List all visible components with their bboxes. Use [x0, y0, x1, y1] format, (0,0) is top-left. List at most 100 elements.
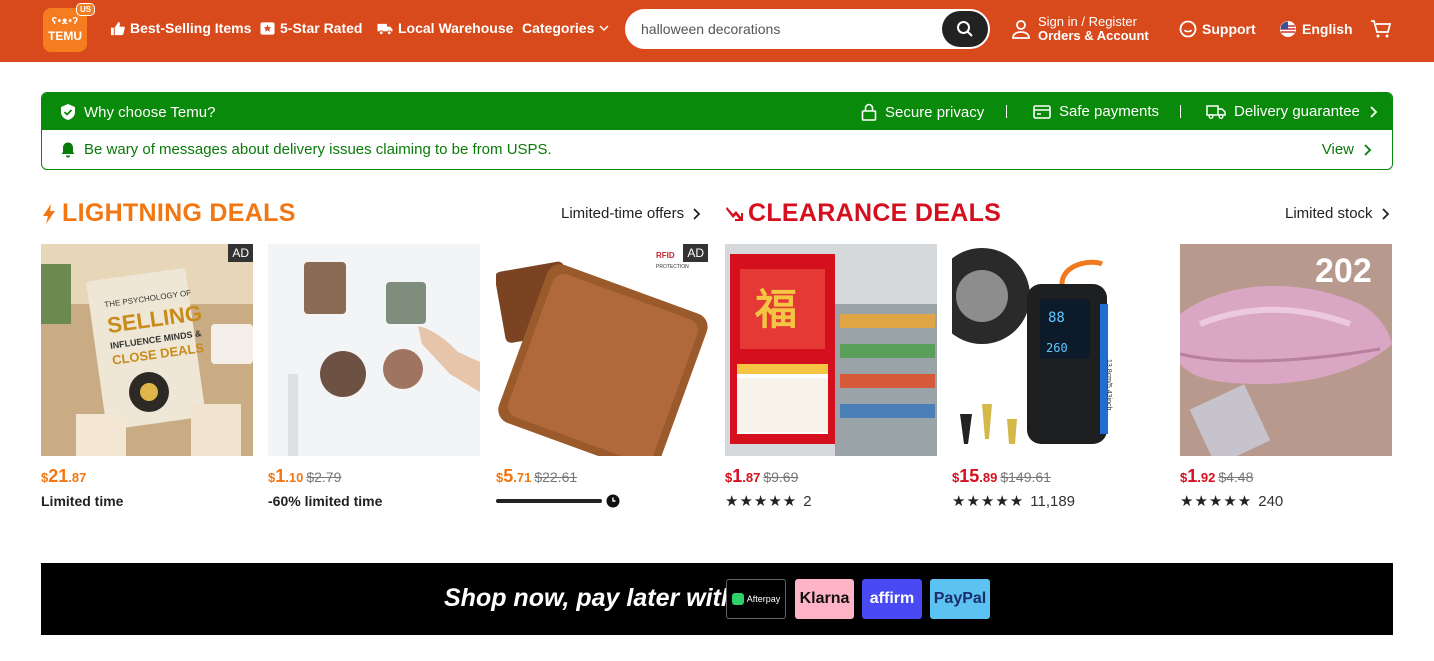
secure-privacy-label: Secure privacy	[885, 103, 985, 121]
product-rating: ★★★★★ 11,189	[952, 492, 1076, 511]
delivery-truck-icon	[1206, 104, 1226, 119]
support-link[interactable]: Support	[1179, 20, 1256, 38]
price-whole: 1	[275, 466, 286, 486]
product-image[interactable]	[268, 244, 480, 456]
product-image[interactable]: 202	[1180, 244, 1392, 456]
thumbs-up-icon	[110, 21, 125, 35]
pay-later-banner[interactable]: Shop now, pay later with Afterpay Klarna…	[41, 563, 1393, 635]
lightning-deals-title[interactable]: LIGHTNING DEALS	[41, 199, 296, 228]
product-rating: ★★★★★ 240	[1180, 492, 1283, 511]
klarna-badge: Klarna	[795, 579, 854, 619]
truck-icon	[377, 23, 393, 35]
original-price: $149.61	[1000, 469, 1051, 485]
svg-text:88: 88	[1048, 310, 1065, 326]
user-icon	[1012, 20, 1030, 39]
product-price: $21.87	[41, 466, 86, 487]
nav-best-selling[interactable]: Best-Selling Items	[110, 20, 251, 36]
cart-icon	[1371, 20, 1392, 38]
nav-local-warehouse-label: Local Warehouse	[398, 20, 514, 36]
price-whole: 1	[732, 466, 743, 486]
price-whole: 15	[959, 466, 980, 486]
product-image[interactable]: THE PSYCHOLOGY OF SELLING INFLUENCE MIND…	[41, 244, 253, 456]
security-notice: Be wary of messages about delivery issue…	[42, 130, 1392, 169]
language-label: English	[1302, 21, 1353, 37]
orders-account-label: Orders & Account	[1038, 28, 1149, 43]
feature-secure-privacy: Secure privacy	[861, 103, 984, 121]
deal-tag: Limited time	[41, 493, 124, 509]
svg-text:福: 福	[754, 285, 797, 334]
clearance-deals-title[interactable]: CLEARANCE DEALS	[725, 199, 1001, 228]
region-badge: US	[76, 3, 96, 16]
wallet-photo: RFID PROTECTION	[496, 244, 708, 456]
logo-wordmark: TEMU	[48, 29, 82, 43]
star-rating-icon: ★★★★★	[1180, 493, 1253, 510]
lightning-icon	[43, 203, 55, 224]
cart-button[interactable]	[1370, 19, 1392, 44]
us-flag-icon	[1280, 21, 1296, 37]
limited-time-offers-link[interactable]: Limited-time offers	[561, 205, 701, 222]
down-trend-icon	[726, 206, 743, 221]
limited-stock-link[interactable]: Limited stock	[1285, 205, 1390, 222]
limited-stock-label: Limited stock	[1285, 205, 1373, 222]
notice-text: Be wary of messages about delivery issue…	[84, 141, 552, 158]
book-photo: THE PSYCHOLOGY OF SELLING INFLUENCE MIND…	[41, 244, 253, 456]
original-price: $4.48	[1218, 469, 1254, 485]
search-bar	[625, 9, 990, 49]
nav-categories[interactable]: Categories	[522, 20, 609, 36]
inflator-photo: 88 260 13.8cm/5.43inch	[952, 244, 1164, 456]
chevron-down-icon	[599, 25, 609, 32]
product-price: $1.87 $9.69	[725, 466, 798, 487]
notice-message: Be wary of messages about delivery issue…	[60, 141, 552, 158]
svg-text:13.8cm/5.43inch: 13.8cm/5.43inch	[1105, 359, 1112, 410]
review-count: 11,189	[1030, 492, 1076, 510]
magnets-photo	[268, 244, 480, 456]
product-rating: ★★★★★ 2	[725, 492, 812, 511]
safe-payments-label: Safe payments	[1059, 103, 1160, 120]
logo-mark: ʕ•ᴥ•ʔ	[51, 16, 79, 27]
product-image[interactable]: RFID PROTECTION AD	[496, 244, 708, 456]
svg-text:260: 260	[1046, 341, 1068, 355]
paypal-badge: PayPal	[930, 579, 990, 619]
top-header: ʕ•ᴥ•ʔ TEMU US Best-Selling Items 5-Star …	[0, 0, 1434, 62]
product-price: $15.89 $149.61	[952, 466, 1051, 487]
lip-gloss-photo: 202	[1180, 244, 1392, 456]
klarna-label: Klarna	[799, 590, 850, 607]
star-rating-icon: ★★★★★	[725, 493, 798, 510]
afterpay-icon	[731, 593, 744, 605]
price-whole: 21	[48, 466, 69, 486]
price-cents: .92	[1197, 470, 1216, 485]
chevron-right-icon	[1370, 105, 1378, 118]
product-price: $5.71 $22.61	[496, 466, 577, 487]
product-image[interactable]: 88 260 13.8cm/5.43inch	[952, 244, 1164, 456]
svg-text:RFID: RFID	[656, 251, 675, 260]
divider	[1180, 105, 1181, 118]
view-label: View	[1321, 141, 1354, 158]
shield-check-icon	[61, 104, 75, 120]
feature-safe-payments: Safe payments	[1033, 103, 1159, 120]
search-input[interactable]	[641, 19, 941, 39]
calendar-photo: 福	[725, 244, 937, 456]
afterpay-label: Afterpay	[746, 594, 781, 604]
support-smile-icon	[1179, 20, 1197, 38]
feature-delivery-guarantee: Delivery guarantee	[1206, 103, 1378, 120]
svg-text:202: 202	[1315, 252, 1372, 290]
star-badge-icon	[260, 21, 275, 35]
clearance-deals-label: CLEARANCE DEALS	[748, 199, 1002, 227]
trust-banner: Why choose Temu? Secure privacy Safe pay…	[41, 92, 1393, 170]
nav-five-star[interactable]: 5-Star Rated	[260, 20, 362, 36]
why-choose-label: Why choose Temu?	[84, 103, 216, 121]
language-selector[interactable]: English	[1279, 20, 1353, 38]
price-cents: .87	[68, 470, 87, 485]
search-button[interactable]	[942, 11, 988, 47]
trust-banner-top[interactable]: Why choose Temu? Secure privacy Safe pay…	[42, 93, 1392, 130]
product-image[interactable]: 福	[725, 244, 937, 456]
pay-later-text: Shop now, pay later with	[444, 584, 737, 612]
price-whole: 5	[503, 466, 514, 486]
nav-categories-label: Categories	[522, 20, 595, 36]
limited-time-offers-label: Limited-time offers	[561, 205, 685, 222]
account-menu[interactable]: Sign in / Register Orders & Account	[1012, 15, 1149, 43]
original-price: $9.69	[763, 469, 799, 485]
nav-local-warehouse[interactable]: Local Warehouse	[377, 20, 513, 36]
notice-view-link[interactable]: View	[1322, 141, 1372, 158]
clock-icon	[606, 494, 620, 508]
